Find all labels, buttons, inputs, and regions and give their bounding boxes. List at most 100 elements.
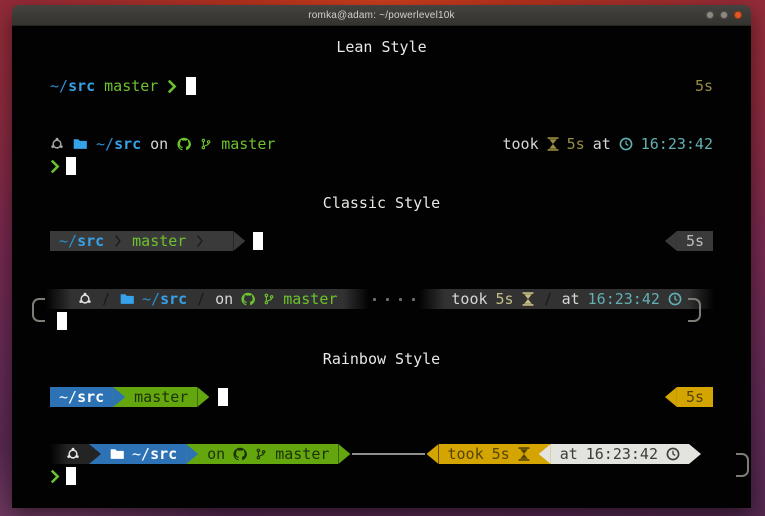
- powerline-arrow-icon: [186, 444, 198, 464]
- block-cursor: [66, 467, 76, 485]
- classic-duration: 5s: [686, 231, 704, 251]
- slash-separator-icon: [542, 292, 554, 306]
- chevron-right-icon: [50, 469, 60, 484]
- classic-prompt-twoline-top: ~/src on master took 5s at 16:23:42: [12, 289, 751, 309]
- rainbow-time-segment: at 16:23:42: [551, 444, 689, 464]
- lean-duration2: 5s: [567, 134, 585, 154]
- window-title: romka@adam: ~/powerlevel10k: [308, 10, 454, 21]
- git-branch-icon: [255, 447, 267, 461]
- on-label: on: [207, 444, 225, 464]
- terminal-screen[interactable]: Lean Style ~/src master 5s ~/src on: [12, 26, 751, 508]
- lean-prompt-twoline-top: ~/src on master took 5s at 16:23:42: [12, 134, 751, 154]
- powerline-arrow-icon: [197, 387, 209, 407]
- block-cursor: [57, 312, 67, 330]
- classic-branch2: master: [283, 289, 337, 309]
- folder-icon: [120, 292, 134, 306]
- classic-branch: master: [132, 231, 186, 251]
- chevron-right-icon: [167, 79, 177, 94]
- took-label: took: [451, 289, 487, 309]
- took-label: took: [448, 444, 484, 464]
- classic-dir: ~/src: [59, 231, 104, 251]
- window-titlebar[interactable]: romka@adam: ~/powerlevel10k: [12, 5, 751, 26]
- powerline-arrow-icon: [665, 231, 677, 251]
- hourglass-icon: [522, 292, 534, 306]
- classic-frame-left-segment: ~/src on master: [46, 289, 369, 309]
- octocat-icon: [233, 447, 247, 461]
- minimize-button[interactable]: [706, 11, 714, 19]
- at-label: at: [560, 444, 578, 464]
- rainbow-prompt-twoline-top: ~/src on master took 5s: [12, 444, 751, 464]
- rainbow-branch-segment: master: [125, 387, 197, 407]
- rainbow-dir-segment2: ~/src: [101, 444, 186, 464]
- at-label: at: [562, 289, 580, 309]
- hourglass-icon: [547, 137, 559, 151]
- rainbow-style-heading: Rainbow Style: [12, 349, 751, 369]
- powerline-arrow-icon: [689, 444, 701, 464]
- clock-icon: [666, 447, 680, 461]
- rainbow-duration: 5s: [686, 387, 704, 407]
- rainbow-dir2: ~/src: [132, 444, 177, 464]
- frame-dotted-connector: [369, 298, 419, 301]
- lean-style-heading: Lean Style: [12, 37, 751, 57]
- powerline-arrow-icon: [665, 387, 677, 407]
- maximize-button[interactable]: [720, 11, 728, 19]
- at-label: at: [593, 134, 611, 154]
- classic-prompt-twoline-bottom: [12, 311, 751, 331]
- powerline-arrow-icon: [89, 444, 101, 464]
- rainbow-prompt-oneline: ~/src master 5s: [12, 387, 751, 407]
- lean-prompt-oneline: ~/src master 5s: [12, 76, 751, 96]
- clock-icon: [619, 137, 633, 151]
- lean-branch2: master: [221, 134, 275, 154]
- rainbow-duration-segment: 5s: [677, 387, 713, 407]
- classic-style-heading: Classic Style: [12, 193, 751, 213]
- classic-duration-segment: 5s: [677, 231, 713, 251]
- rainbow-os-segment: [50, 444, 89, 464]
- rainbow-dir-segment: ~/src: [50, 387, 113, 407]
- close-button[interactable]: [734, 11, 742, 19]
- lean-duration: 5s: [695, 76, 713, 96]
- rainbow-vcs-segment: on master: [198, 444, 338, 464]
- lean-time: 16:23:42: [641, 134, 713, 154]
- classic-duration2: 5s: [496, 289, 514, 309]
- octocat-icon: [177, 137, 191, 151]
- thin-separator-icon: [194, 234, 206, 248]
- classic-left-segment: ~/src master: [50, 231, 233, 251]
- lean-dir2: ~/src: [96, 134, 141, 154]
- block-cursor: [253, 232, 263, 250]
- lean-prompt-twoline-bottom: [12, 156, 751, 176]
- powerline-arrow-icon: [338, 444, 350, 464]
- rainbow-branch: master: [134, 387, 188, 407]
- lean-branch: master: [104, 76, 158, 96]
- folder-icon: [73, 137, 87, 151]
- powerline-arrow-icon: [427, 444, 439, 464]
- window-controls: [706, 5, 742, 25]
- frame-line-connector: [352, 453, 424, 455]
- slash-separator-icon: [100, 292, 112, 306]
- desktop-wallpaper: romka@adam: ~/powerlevel10k Lean Style ~…: [0, 0, 765, 516]
- classic-prompt-oneline: ~/src master 5s: [12, 231, 751, 251]
- git-branch-icon: [263, 292, 275, 306]
- rainbow-dir: ~/src: [59, 387, 104, 407]
- slash-separator-icon: [195, 292, 207, 306]
- chevron-right-icon: [50, 159, 60, 174]
- classic-dir2: ~/src: [142, 289, 187, 309]
- git-branch-icon: [200, 137, 212, 151]
- powerline-arrow-icon: [113, 387, 125, 407]
- ubuntu-logo-icon: [66, 447, 80, 461]
- block-cursor: [186, 77, 196, 95]
- block-cursor: [218, 388, 228, 406]
- block-cursor: [66, 157, 76, 175]
- lean-dir: ~/src: [50, 76, 95, 96]
- folder-icon: [110, 447, 124, 461]
- on-label: on: [150, 134, 168, 154]
- ubuntu-logo-icon: [50, 137, 64, 151]
- took-label: took: [503, 134, 539, 154]
- hourglass-icon: [518, 447, 530, 461]
- powerline-arrow-icon: [539, 444, 551, 464]
- thin-separator-icon: [112, 234, 124, 248]
- terminal-window: romka@adam: ~/powerlevel10k Lean Style ~…: [12, 5, 751, 508]
- octocat-icon: [241, 292, 255, 306]
- rainbow-branch2: master: [275, 444, 329, 464]
- rainbow-duration-segment2: took 5s: [439, 444, 539, 464]
- classic-frame-right-segment: took 5s at 16:23:42: [419, 289, 714, 309]
